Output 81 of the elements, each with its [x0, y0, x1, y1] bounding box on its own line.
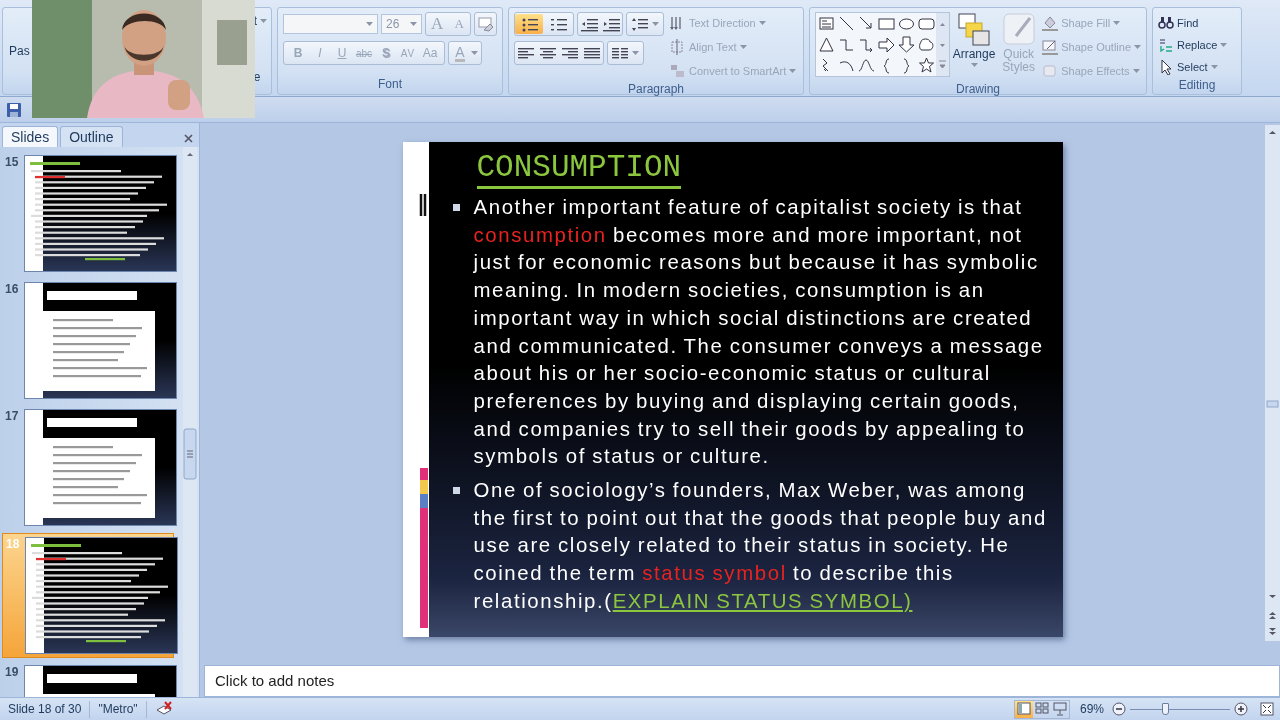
- group-label: Font: [377, 77, 403, 93]
- explain-link[interactable]: EXPLAIN STATUS SYMBOL): [612, 589, 913, 612]
- group-label: Paragraph: [626, 82, 685, 97]
- caret-icon: [758, 21, 766, 25]
- caret-icon: [632, 51, 639, 55]
- bullets-icon: [520, 16, 538, 32]
- slide-row[interactable]: 17: [2, 406, 174, 529]
- caret-icon: [1113, 21, 1121, 25]
- pencil-icon: [1042, 39, 1059, 55]
- numbering-icon: [549, 16, 567, 32]
- slide-title: CONSUMPTION: [476, 150, 682, 189]
- caret-icon: [260, 19, 267, 23]
- bullets-button[interactable]: [515, 14, 543, 34]
- caret-icon: [789, 69, 797, 73]
- panel-tab[interactable]: Slides: [2, 126, 59, 147]
- smartart-icon: [670, 63, 686, 79]
- caret-icon: [366, 22, 374, 26]
- slide-number: 19: [5, 665, 19, 681]
- spell-check-icon[interactable]: [154, 701, 173, 717]
- font-name-field[interactable]: [283, 14, 379, 34]
- bullet-icon: [452, 487, 460, 495]
- selection-handle[interactable]: [418, 194, 429, 216]
- notes-placeholder[interactable]: Click to add notes: [215, 672, 335, 689]
- bullet-text: Another important feature of capitalist society is that consumption becomes more and more important, not just for economic reasons but because it has symbolic meaning. In modern societies, consumption is an important way in which social distinctions are created and communicated. The consumer conveys a message about his or her socio-economic status or cultural preferences by buying and displaying certain goods, and companies try to sell their goods by appealing to symbols of status or culture.: [473, 195, 1045, 470]
- find-button[interactable]: Find: [1158, 12, 1236, 34]
- theme-name: "Metro": [98, 702, 138, 716]
- close-icon[interactable]: [184, 134, 193, 143]
- fit-window-icon[interactable]: [1260, 702, 1274, 716]
- brush-icon: [1001, 12, 1036, 46]
- clear-formatting-icon[interactable]: [477, 16, 494, 32]
- arrange-button[interactable]: Arrange: [953, 12, 995, 82]
- arrange-icon: [957, 12, 991, 46]
- vertical-scrollbar[interactable]: [1265, 125, 1280, 641]
- paste-label: Pas: [9, 44, 30, 58]
- caret-icon: [652, 22, 659, 26]
- zoom-out-icon[interactable]: [1112, 702, 1126, 716]
- replace-icon: [1158, 37, 1174, 53]
- zoom-level[interactable]: 69%: [1079, 702, 1104, 716]
- align-text-icon: [670, 39, 686, 55]
- slide-thumbnail[interactable]: [24, 409, 178, 526]
- slide-number: 17: [5, 409, 19, 425]
- caret-icon: [739, 45, 747, 49]
- decrease-indent-icon: [580, 16, 598, 32]
- bullet-icon: [452, 204, 460, 211]
- alignment-icon: [518, 46, 534, 60]
- slide-thumbnail[interactable]: [24, 282, 178, 399]
- alignment-icon: [584, 46, 600, 60]
- slide-thumbnail[interactable]: [25, 537, 179, 654]
- alignment-icon: [540, 46, 556, 60]
- slide-number: 18: [6, 537, 20, 553]
- alignment-icon: [562, 46, 578, 60]
- replace-button[interactable]: Replace: [1158, 34, 1236, 56]
- slide-row[interactable]: 16: [2, 279, 174, 402]
- caret-icon: [410, 22, 418, 26]
- slide-number: 15: [5, 155, 19, 171]
- caret-icon: [970, 63, 978, 67]
- slide-counter: Slide 18 of 30: [8, 702, 82, 716]
- vertical-scrollbar[interactable]: [183, 147, 197, 697]
- caret-icon: [1132, 69, 1140, 73]
- zoom-in-icon[interactable]: [1234, 702, 1248, 716]
- caret-icon: [471, 51, 478, 55]
- slide-row[interactable]: 19: [2, 662, 174, 697]
- group-label: Drawing: [955, 82, 1001, 97]
- columns-icon: [612, 46, 628, 60]
- cursor-icon: [1158, 59, 1174, 75]
- group-label: Editing: [1177, 78, 1217, 94]
- paint-bucket-icon: [1042, 15, 1059, 31]
- panel-tab[interactable]: Outline: [60, 126, 123, 147]
- rounded-square-icon: [1042, 63, 1059, 79]
- caret-icon: [1134, 45, 1141, 49]
- save-icon[interactable]: [6, 101, 22, 118]
- increase-indent-icon: [602, 16, 620, 32]
- binoculars-icon: [1158, 15, 1174, 31]
- slide-row[interactable]: 15: [2, 152, 174, 275]
- view-button[interactable]: [1014, 700, 1033, 718]
- bullet-text: One of sociology’s founders, Max Weber, was among the first to point out that the goods that people buy and use are closely related to their status in society. He coined the term status symbol to describe this relationship.(EXPLAIN STATUS SYMBOL): [473, 478, 1048, 614]
- select-button[interactable]: Select: [1158, 56, 1236, 78]
- slide-thumbnail[interactable]: [24, 155, 178, 272]
- zoom-slider[interactable]: [1130, 701, 1230, 717]
- slide-number: 16: [5, 282, 19, 298]
- line-spacing-icon: [631, 16, 648, 32]
